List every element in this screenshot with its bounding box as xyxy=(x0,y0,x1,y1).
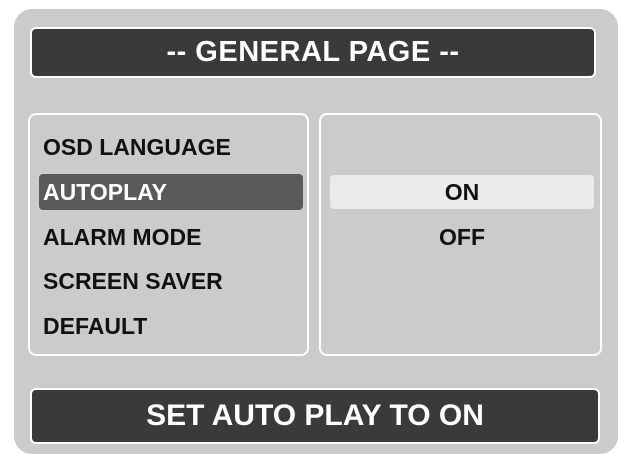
option-item-on[interactable]: ON xyxy=(330,175,594,209)
menu-item-screen-saver[interactable]: SCREEN SAVER xyxy=(39,263,303,299)
menu-item-alarm-mode[interactable]: ALARM MODE xyxy=(39,219,303,255)
menu-item-autoplay[interactable]: AUTOPLAY xyxy=(39,174,303,210)
menu-item-osd-language[interactable]: OSD LANGUAGE xyxy=(39,129,303,165)
option-item-off[interactable]: OFF xyxy=(330,220,594,254)
page-title: -- GENERAL PAGE -- xyxy=(30,27,596,78)
option-list: ON OFF xyxy=(319,113,602,356)
status-message: SET AUTO PLAY TO ON xyxy=(30,388,600,444)
menu-item-default[interactable]: DEFAULT xyxy=(39,308,303,344)
menu-list: OSD LANGUAGE AUTOPLAY ALARM MODE SCREEN … xyxy=(28,113,309,356)
